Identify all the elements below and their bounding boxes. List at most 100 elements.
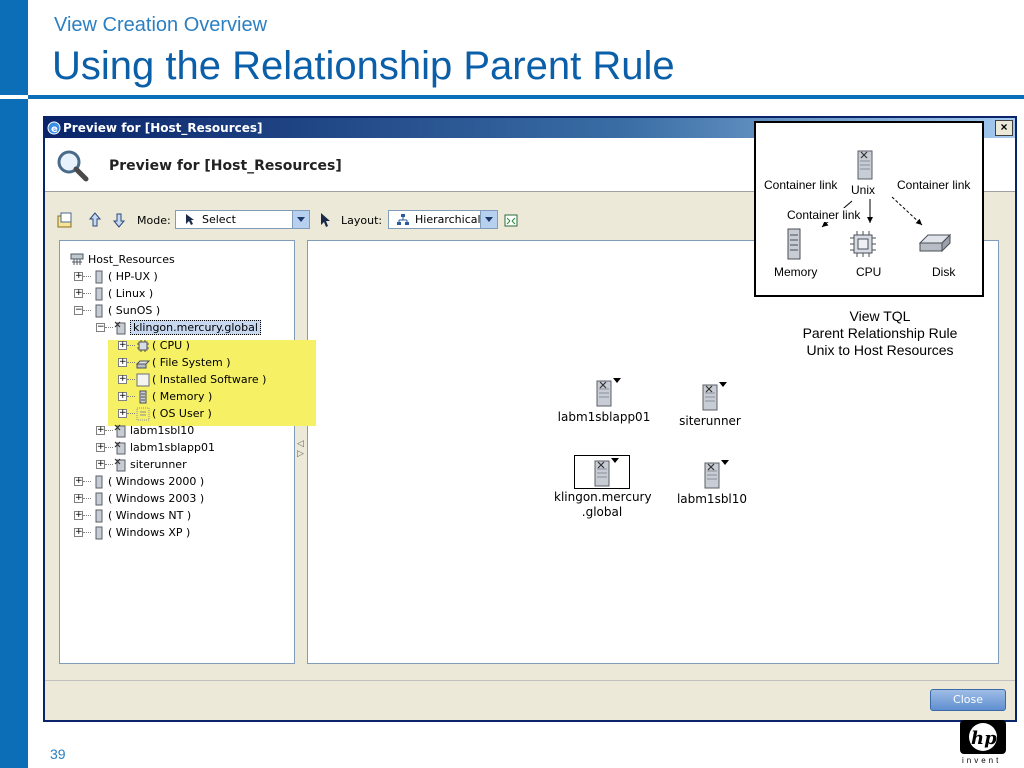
software-icon (136, 373, 150, 387)
page-number: 39 (50, 746, 66, 762)
dialog-footer: Close (45, 680, 1015, 720)
chevron-down-icon[interactable] (480, 211, 497, 228)
tree-root[interactable]: Host_Resources (70, 252, 270, 268)
tql-link-right: Container link (897, 178, 971, 192)
graph-node-labm1sbl10[interactable]: labm1sbl10 (657, 460, 767, 507)
expander[interactable]: + (96, 460, 105, 469)
tql-link-mid: Container link (787, 208, 861, 222)
expander[interactable]: + (118, 341, 127, 350)
tree-item-labm1sblapp01[interactable]: + labm1sblapp01 (96, 440, 276, 456)
tree-item-windows-xp[interactable]: + ( Windows XP ) (74, 525, 274, 541)
host-group-icon (95, 287, 103, 301)
move-up-icon[interactable] (85, 210, 105, 230)
tree-item-file-system[interactable]: + ( File System ) (118, 355, 278, 371)
expander[interactable]: − (74, 306, 83, 315)
selection-box (574, 455, 630, 489)
tree-item-cpu[interactable]: + ( CPU ) (118, 338, 278, 354)
magnifier-icon (57, 150, 89, 182)
chevron-down-icon[interactable] (292, 211, 309, 228)
tree-item-labm1sbl10[interactable]: + labm1sbl10 (96, 423, 276, 439)
graph-panel[interactable] (307, 240, 999, 664)
memory-icon (787, 228, 801, 260)
tree-item-siterunner[interactable]: + siterunner (96, 457, 276, 473)
host-group-icon (95, 509, 103, 523)
tree-item-installed-software[interactable]: + ( Installed Software ) (118, 372, 288, 388)
host-group-icon (95, 526, 103, 540)
dialog-window-title: Preview for [Host_Resources] (63, 121, 263, 135)
tql-memory-label: Memory (774, 265, 818, 279)
tree-item-memory[interactable]: + ( Memory ) (118, 389, 278, 405)
node-menu-arrow[interactable] (721, 460, 729, 465)
mode-label: Mode: (137, 214, 171, 227)
expander[interactable]: + (96, 426, 105, 435)
tql-disk-label: Disk (932, 265, 956, 279)
move-down-icon[interactable] (109, 210, 129, 230)
expander[interactable]: + (74, 289, 83, 298)
expander[interactable]: − (96, 323, 105, 332)
tree-item-windows-2000[interactable]: + ( Windows 2000 ) (74, 474, 274, 490)
tql-link-left: Container link (764, 178, 838, 192)
node-menu-arrow[interactable] (719, 382, 727, 387)
header-rule (28, 95, 1024, 99)
tree-item-windows-2003[interactable]: + ( Windows 2003 ) (74, 491, 274, 507)
mode-select[interactable]: Select (175, 210, 310, 229)
tql-cpu-label: CPU (856, 265, 882, 279)
mode-select-value: Select (202, 213, 236, 226)
host-group-icon (95, 270, 103, 284)
unix-host-icon (114, 424, 126, 438)
expander[interactable]: + (74, 272, 83, 281)
cpu-icon (137, 340, 149, 352)
properties-icon[interactable] (55, 210, 75, 230)
memory-icon (139, 390, 147, 404)
network-root-icon (70, 253, 84, 265)
panel-splitter[interactable]: ◁ ▷ (297, 438, 305, 462)
graph-node-labm1sblapp01[interactable]: labm1sblapp01 (549, 378, 659, 425)
unix-host-icon (114, 321, 126, 335)
graph-node-siterunner[interactable]: siterunner (655, 382, 765, 429)
fit-to-window-icon[interactable] (501, 210, 521, 230)
expander[interactable]: + (118, 392, 127, 401)
window-close-button[interactable]: × (995, 120, 1013, 136)
os-user-icon (136, 407, 150, 421)
svg-text:hp: hp (971, 728, 997, 749)
pointer-icon (186, 214, 194, 225)
node-menu-arrow[interactable] (613, 378, 621, 383)
tql-diagram: Unix Container link Container link Conta… (754, 121, 984, 297)
disk-icon (918, 233, 952, 253)
tree-item-windows-nt[interactable]: + ( Windows NT ) (74, 508, 274, 524)
disk-icon (136, 360, 150, 369)
layout-select-value: Hierarchical (415, 213, 481, 226)
expander[interactable]: + (118, 358, 127, 367)
hierarchy-icon (397, 214, 409, 225)
expander[interactable]: + (74, 528, 83, 537)
expander[interactable]: + (74, 511, 83, 520)
hp-invent-logo: hp invent (958, 718, 1008, 768)
expander[interactable]: + (118, 409, 127, 418)
tree-item-klingon[interactable]: − klingon.mercury.global (96, 320, 296, 336)
tql-unix-label: Unix (851, 183, 876, 197)
tree: Host_Resources + ( HP-UX ) + ( Linux ) −… (60, 244, 316, 644)
tree-item-sunos[interactable]: − ( SunOS ) (74, 303, 274, 319)
tree-item-hp-ux[interactable]: + ( HP-UX ) (74, 269, 274, 285)
unix-host-icon (114, 441, 126, 455)
tree-root-label: Host_Resources (88, 253, 175, 266)
slide-title: Using the Relationship Parent Rule (52, 44, 675, 88)
host-group-icon (95, 304, 103, 318)
expander[interactable]: + (118, 375, 127, 384)
expander[interactable]: + (96, 443, 105, 452)
expander[interactable]: + (74, 494, 83, 503)
layout-select[interactable]: Hierarchical (388, 210, 498, 229)
unix-host-icon (114, 458, 126, 472)
tree-item-linux[interactable]: + ( Linux ) (74, 286, 274, 302)
dialog-header-title: Preview for [Host_Resources] (109, 158, 342, 174)
pointer-tool-icon[interactable] (315, 210, 335, 230)
expander[interactable]: + (74, 477, 83, 486)
close-button[interactable]: Close (930, 689, 1006, 711)
graph-node-klingon[interactable]: klingon.mercury .global (547, 455, 657, 520)
unix-host-icon (857, 150, 873, 180)
tree-item-os-user[interactable]: + ( OS User ) (118, 406, 278, 422)
logo-invent-text: invent (962, 756, 1002, 765)
slide-subtitle: View Creation Overview (54, 14, 268, 36)
cpu-icon (850, 231, 876, 257)
node-menu-arrow[interactable] (611, 458, 619, 463)
